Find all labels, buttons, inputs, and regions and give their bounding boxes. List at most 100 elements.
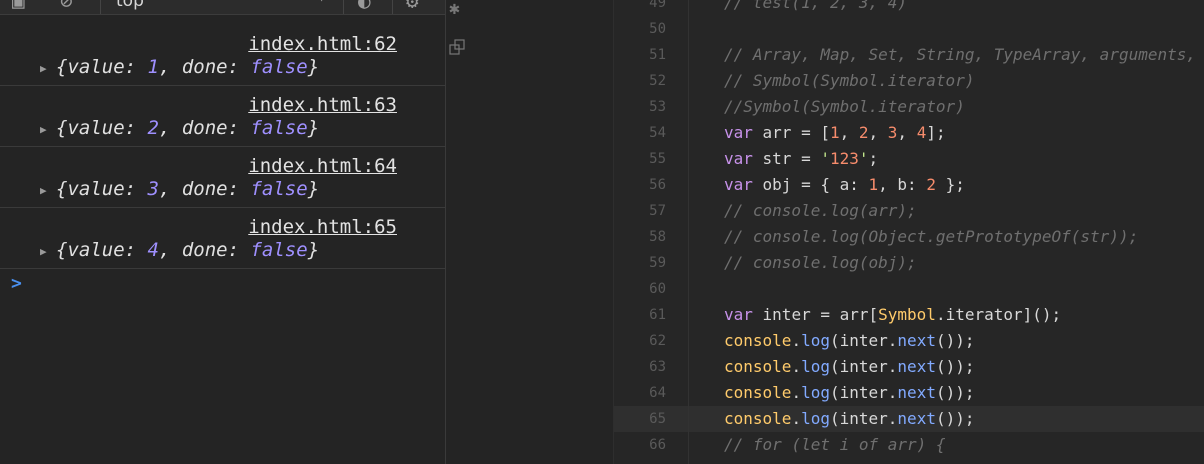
console-prompt-icon[interactable]: > [11,273,22,294]
expand-triangle-icon[interactable]: ▶ [40,184,47,197]
line-number: 62 [649,333,666,349]
line-number: 49 [649,0,666,11]
code-text: console.log(inter.next()); [724,409,975,428]
object-mid: , done: [158,239,251,261]
object-mid: , done: [158,178,251,200]
line-number: 63 [649,359,666,375]
code-text: // Array, Map, Set, String, TypeArray, a… [724,45,1197,64]
code-line[interactable]: 58 // console.log(Object.getPrototypeOf(s… [614,224,1204,250]
object-prefix: {value: [56,239,148,261]
line-number: 66 [649,437,666,453]
object-prefix: {value: [56,56,148,78]
log-source-link[interactable]: index.html:64 [248,155,397,177]
line-number: 64 [649,385,666,401]
sidebar-toggle-icon[interactable]: ▣ [12,0,25,12]
line-number: 50 [649,21,666,37]
log-object-preview[interactable]: {value: 3, done: false} [56,178,319,200]
object-suffix: } [307,239,320,261]
expand-triangle-icon[interactable]: ▶ [40,123,47,136]
code-line[interactable]: 62 console.log(inter.next()); [614,328,1204,354]
devtools-side-strip [446,0,614,464]
code-text: var obj = { a: 1, b: 2 }; [724,175,965,194]
expand-triangle-icon[interactable]: ▶ [40,245,47,258]
line-number: 53 [649,99,666,115]
code-text: //Symbol(Symbol.iterator) [724,97,965,116]
line-number: 54 [649,125,666,141]
line-number: 52 [649,73,666,89]
code-line[interactable]: 49 // test(1, 2, 3, 4) [614,0,1204,16]
code-editor[interactable]: 49 // test(1, 2, 3, 4) 50 51 // Array, Map, … [614,0,1204,464]
code-text: console.log(inter.next()); [724,357,975,376]
object-prefix: {value: [56,117,148,139]
code-line[interactable]: 56 var obj = { a: 1, b: 2 }; [614,172,1204,198]
iterator-done: false [250,56,308,78]
code-line[interactable]: 61 var inter = arr[Symbol.iterator](); [614,302,1204,328]
code-line[interactable]: 51 // Array, Map, Set, String, TypeArray,… [614,42,1204,68]
code-line[interactable]: 57 // console.log(arr); [614,198,1204,224]
code-text: var str = '123'; [724,149,879,168]
code-text: // console.log(Object.getPrototypeOf(str… [724,227,1139,246]
line-number: 65 [649,411,666,427]
toolbar-divider [100,0,101,14]
iterator-value: 1 [147,56,159,78]
log-source-link[interactable]: index.html:65 [248,216,397,238]
code-text: // test(1, 2, 3, 4) [724,0,908,12]
object-suffix: } [307,178,320,200]
bug-icon[interactable]: ✱ [449,0,460,19]
code-line[interactable]: 50 [614,16,1204,42]
console-log-entry: index.html:63 ▶ {value: 2, done: false} [0,86,445,147]
iterator-value: 3 [147,178,159,200]
object-mid: , done: [158,117,251,139]
line-number: 61 [649,307,666,323]
chevron-down-icon[interactable]: ▼ [318,0,325,4]
line-number: 60 [649,281,666,297]
filter-icon[interactable]: ◐ [358,0,371,12]
object-suffix: } [307,117,320,139]
code-line[interactable]: 65 console.log(inter.next()); [614,406,1204,432]
console-toolbar: ▣ ⊘ top ▼ ◐ ⚙ [0,0,445,15]
console-panel: ▣ ⊘ top ▼ ◐ ⚙ index.html:62▶{value: 1, d… [0,0,446,464]
code-text: // for (let i of arr) { [724,435,946,454]
line-number: 51 [649,47,666,63]
context-selector[interactable]: top [116,0,144,12]
console-log-entry: index.html:62 ▶ {value: 1, done: false} [0,25,445,86]
console-log-entry: index.html:65 ▶ {value: 4, done: false} [0,208,445,269]
code-line[interactable]: 59 // console.log(obj); [614,250,1204,276]
code-text: // console.log(arr); [724,201,917,220]
code-line[interactable]: 53 //Symbol(Symbol.iterator) [614,94,1204,120]
toolbar-divider [343,0,344,14]
code-line[interactable]: 52 // Symbol(Symbol.iterator) [614,68,1204,94]
code-text: console.log(inter.next()); [724,331,975,350]
line-number: 55 [649,151,666,167]
code-text: // console.log(obj); [724,253,917,272]
gear-icon[interactable]: ⚙ [406,0,419,12]
log-object-preview[interactable]: {value: 2, done: false} [56,117,319,139]
code-line[interactable]: 55 var str = '123'; [614,146,1204,172]
expand-triangle-icon[interactable]: ▶ [40,62,47,75]
console-log-entry: index.html:64 ▶ {value: 3, done: false} [0,147,445,208]
iterator-value: 4 [147,239,159,261]
line-number: 56 [649,177,666,193]
code-text: // Symbol(Symbol.iterator) [724,71,975,90]
layers-icon[interactable] [449,39,465,55]
code-text: var arr = [1, 2, 3, 4]; [724,123,946,142]
log-source-link[interactable]: index.html:63 [248,94,397,116]
log-object-preview[interactable]: {value: 4, done: false} [56,239,319,261]
object-prefix: {value: [56,178,148,200]
toolbar-divider [392,0,393,14]
code-line[interactable]: 54 var arr = [1, 2, 3, 4]; [614,120,1204,146]
code-line[interactable]: 64 console.log(inter.next()); [614,380,1204,406]
code-line[interactable]: 63 console.log(inter.next()); [614,354,1204,380]
object-suffix: } [307,56,320,78]
code-line[interactable]: 60 [614,276,1204,302]
clear-console-icon[interactable]: ⊘ [60,0,73,12]
iterator-done: false [250,239,308,261]
log-object-preview[interactable]: {value: 1, done: false} [56,56,319,78]
line-number: 58 [649,229,666,245]
line-number: 57 [649,203,666,219]
iterator-value: 2 [147,117,159,139]
iterator-done: false [250,178,308,200]
iterator-done: false [250,117,308,139]
log-source-link[interactable]: index.html:62 [248,33,397,55]
code-line[interactable]: 66 // for (let i of arr) { [614,432,1204,458]
